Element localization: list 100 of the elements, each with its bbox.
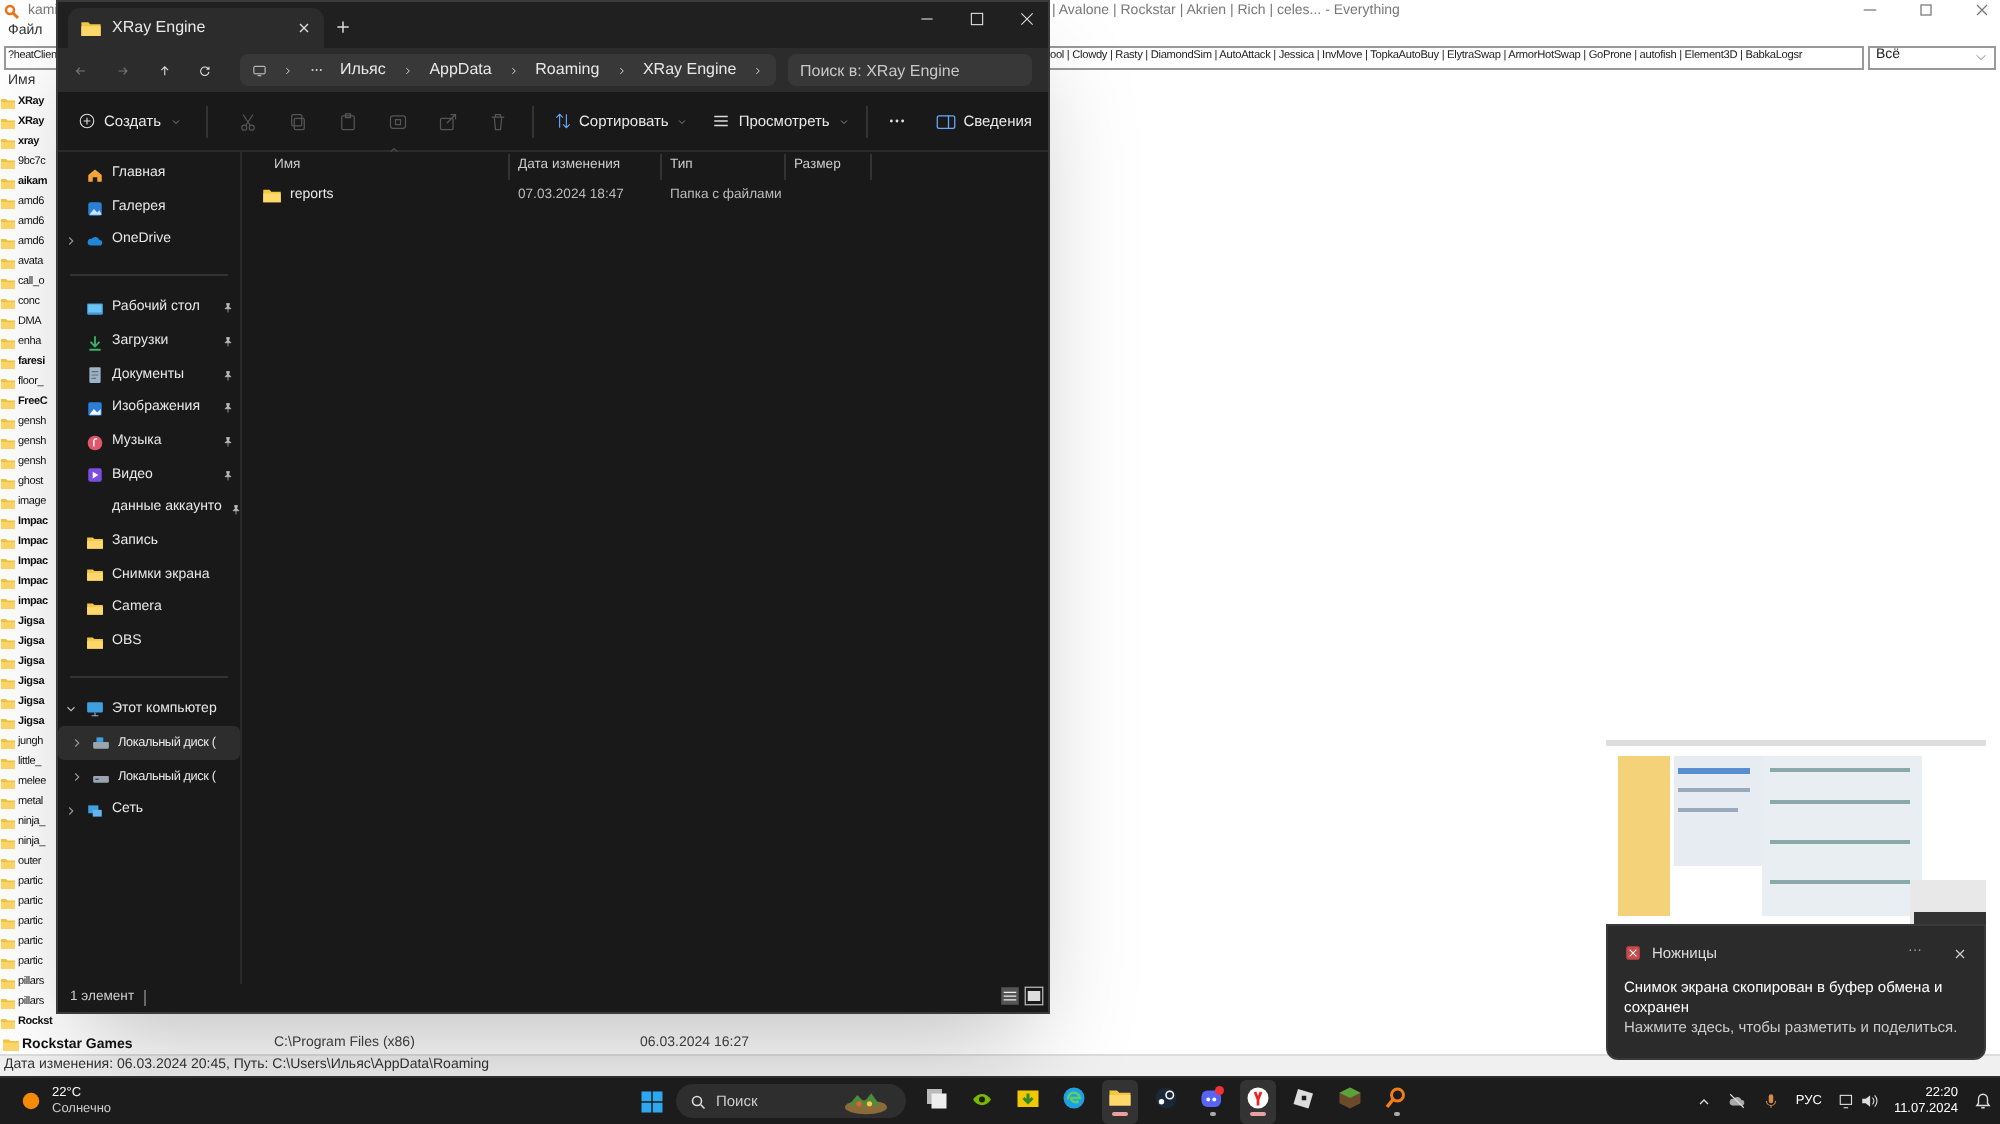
folder-icon	[0, 976, 16, 992]
folder-icon	[0, 496, 16, 512]
folder-icon	[0, 856, 16, 872]
steam-icon	[1154, 1086, 1178, 1110]
chevron-down-icon[interactable]	[64, 702, 78, 717]
chevron-down-icon	[169, 115, 182, 127]
folder-icon	[86, 600, 104, 619]
up-icon[interactable]	[157, 61, 171, 79]
search-icon	[690, 1093, 706, 1109]
folder-icon	[0, 436, 16, 452]
cloud-off-icon[interactable]	[1727, 1092, 1746, 1110]
game-controller-icon	[1200, 1086, 1224, 1110]
chevron-right-icon	[615, 63, 627, 77]
chevron-right-icon[interactable]	[70, 736, 84, 751]
folder-icon	[0, 916, 16, 932]
microphone-icon[interactable]	[1761, 1092, 1780, 1110]
folder-icon	[0, 376, 16, 392]
computer-icon	[86, 700, 104, 719]
gallery-icon	[86, 199, 104, 218]
folder-icon	[0, 356, 16, 372]
chevron-right-icon[interactable]	[64, 234, 78, 249]
download-icon	[86, 333, 104, 352]
speaker-icon[interactable]	[1859, 1092, 1878, 1110]
video-icon	[86, 466, 104, 485]
details-view-icon[interactable]	[1000, 986, 1020, 1006]
breadcrumb[interactable]: Roaming	[535, 58, 600, 82]
breadcrumb[interactable]: XRay Engine	[642, 58, 737, 82]
chevron-right-icon	[752, 63, 764, 77]
tab[interactable]: XRay Engine	[68, 8, 324, 48]
monitor-icon[interactable]	[1837, 1092, 1856, 1110]
folder-icon	[0, 756, 16, 772]
folder-icon	[0, 196, 16, 212]
chevron-down-icon	[837, 115, 850, 127]
close-icon[interactable]	[1018, 10, 1036, 28]
taskbar-app[interactable]	[1102, 1079, 1138, 1123]
folder-icon	[0, 656, 16, 672]
folder-icon	[80, 17, 102, 39]
folder-icon	[0, 736, 16, 752]
chevron-right-icon[interactable]	[70, 769, 84, 784]
folder-icon	[0, 596, 16, 612]
clipboard-icon[interactable]	[337, 111, 358, 131]
folder-icon	[0, 836, 16, 852]
folder-icon	[0, 416, 16, 432]
folder-icon	[0, 176, 16, 192]
desktop-icon	[86, 299, 104, 318]
folder-icon	[0, 616, 16, 632]
breadcrumb[interactable]: Ильяс	[339, 58, 386, 82]
folder-icon	[0, 536, 16, 552]
folder-icon	[0, 476, 16, 492]
download-icon	[1016, 1086, 1040, 1110]
sort-up-icon	[388, 144, 400, 156]
refresh-icon[interactable]	[198, 61, 212, 79]
folder-icon	[0, 136, 16, 152]
grass-block-icon	[1338, 1086, 1362, 1110]
chevron-right-icon[interactable]	[64, 803, 78, 818]
sort-icon	[553, 112, 572, 130]
folder-icon	[0, 776, 16, 792]
bell-icon[interactable]	[1974, 1092, 1992, 1110]
folder-icon	[0, 456, 16, 472]
search-field[interactable]: Поиск в: XRay Engine	[788, 54, 1032, 86]
list-icon	[712, 112, 731, 130]
scissors-icon	[1624, 944, 1642, 963]
swirl-icon	[1062, 1086, 1086, 1110]
folder-icon	[1108, 1086, 1132, 1110]
folder-icon	[0, 576, 16, 592]
folder-icon	[0, 676, 16, 692]
folder-icon	[0, 96, 16, 112]
start-icon[interactable]	[640, 1089, 664, 1113]
folder-icon	[0, 796, 16, 812]
breadcrumb[interactable]: AppData	[429, 58, 492, 82]
plus-icon[interactable]	[334, 18, 352, 36]
sun-icon	[20, 1090, 42, 1112]
image-icon	[86, 399, 104, 418]
folder-icon	[0, 996, 16, 1012]
folder-icon	[0, 696, 16, 712]
folder-icon	[0, 816, 16, 832]
chevron-right-icon	[401, 63, 414, 77]
chevron-down-icon	[676, 115, 689, 127]
folder-icon	[86, 533, 104, 552]
maximize-icon[interactable]	[968, 10, 986, 28]
folder-icon	[0, 256, 16, 272]
folder-icon	[0, 636, 16, 652]
folder-icon	[0, 396, 16, 412]
home-icon	[86, 165, 104, 184]
folder-icon	[86, 633, 104, 652]
close-icon[interactable]	[1952, 945, 1968, 962]
folder-icon	[0, 876, 16, 892]
folder-icon	[0, 236, 16, 252]
taskbar-app[interactable]	[1240, 1079, 1276, 1123]
folder-icon	[0, 956, 16, 972]
document-icon	[86, 366, 104, 385]
chevron-down-icon	[1974, 50, 1988, 64]
folder-icon	[0, 556, 16, 572]
close-icon[interactable]	[296, 20, 312, 36]
back-icon[interactable]	[74, 61, 88, 79]
chevron-right-icon	[282, 63, 295, 77]
folder-icon	[0, 276, 16, 292]
folder-icon	[0, 216, 16, 232]
address-bar[interactable]: Ильяс AppData Roaming XRay Engine	[240, 54, 776, 86]
tiles-view-icon[interactable]	[1024, 986, 1044, 1006]
